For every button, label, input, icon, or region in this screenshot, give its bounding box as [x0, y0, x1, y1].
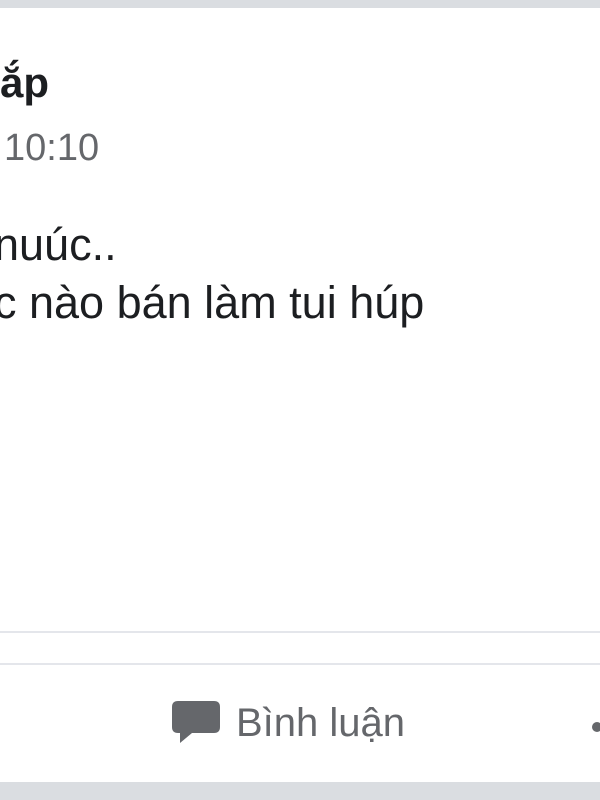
comment-button[interactable]: Bình luận	[170, 698, 405, 748]
dot-icon[interactable]	[592, 722, 600, 732]
post-text: nuúc.. c nào bán làm tui húp	[0, 216, 424, 332]
post-text-line: c nào bán làm tui húp	[0, 277, 425, 328]
divider	[0, 663, 600, 665]
divider	[0, 631, 600, 633]
post-text-line: nuúc..	[0, 219, 117, 270]
post-card: ắp 10:10 nuúc.. c nào bán làm tui húp Bì…	[0, 8, 600, 782]
speech-bubble-icon	[172, 701, 220, 743]
author-name[interactable]: ắp	[0, 58, 49, 108]
comment-label: Bình luận	[236, 701, 406, 745]
post-timestamp[interactable]: 10:10	[4, 126, 99, 170]
